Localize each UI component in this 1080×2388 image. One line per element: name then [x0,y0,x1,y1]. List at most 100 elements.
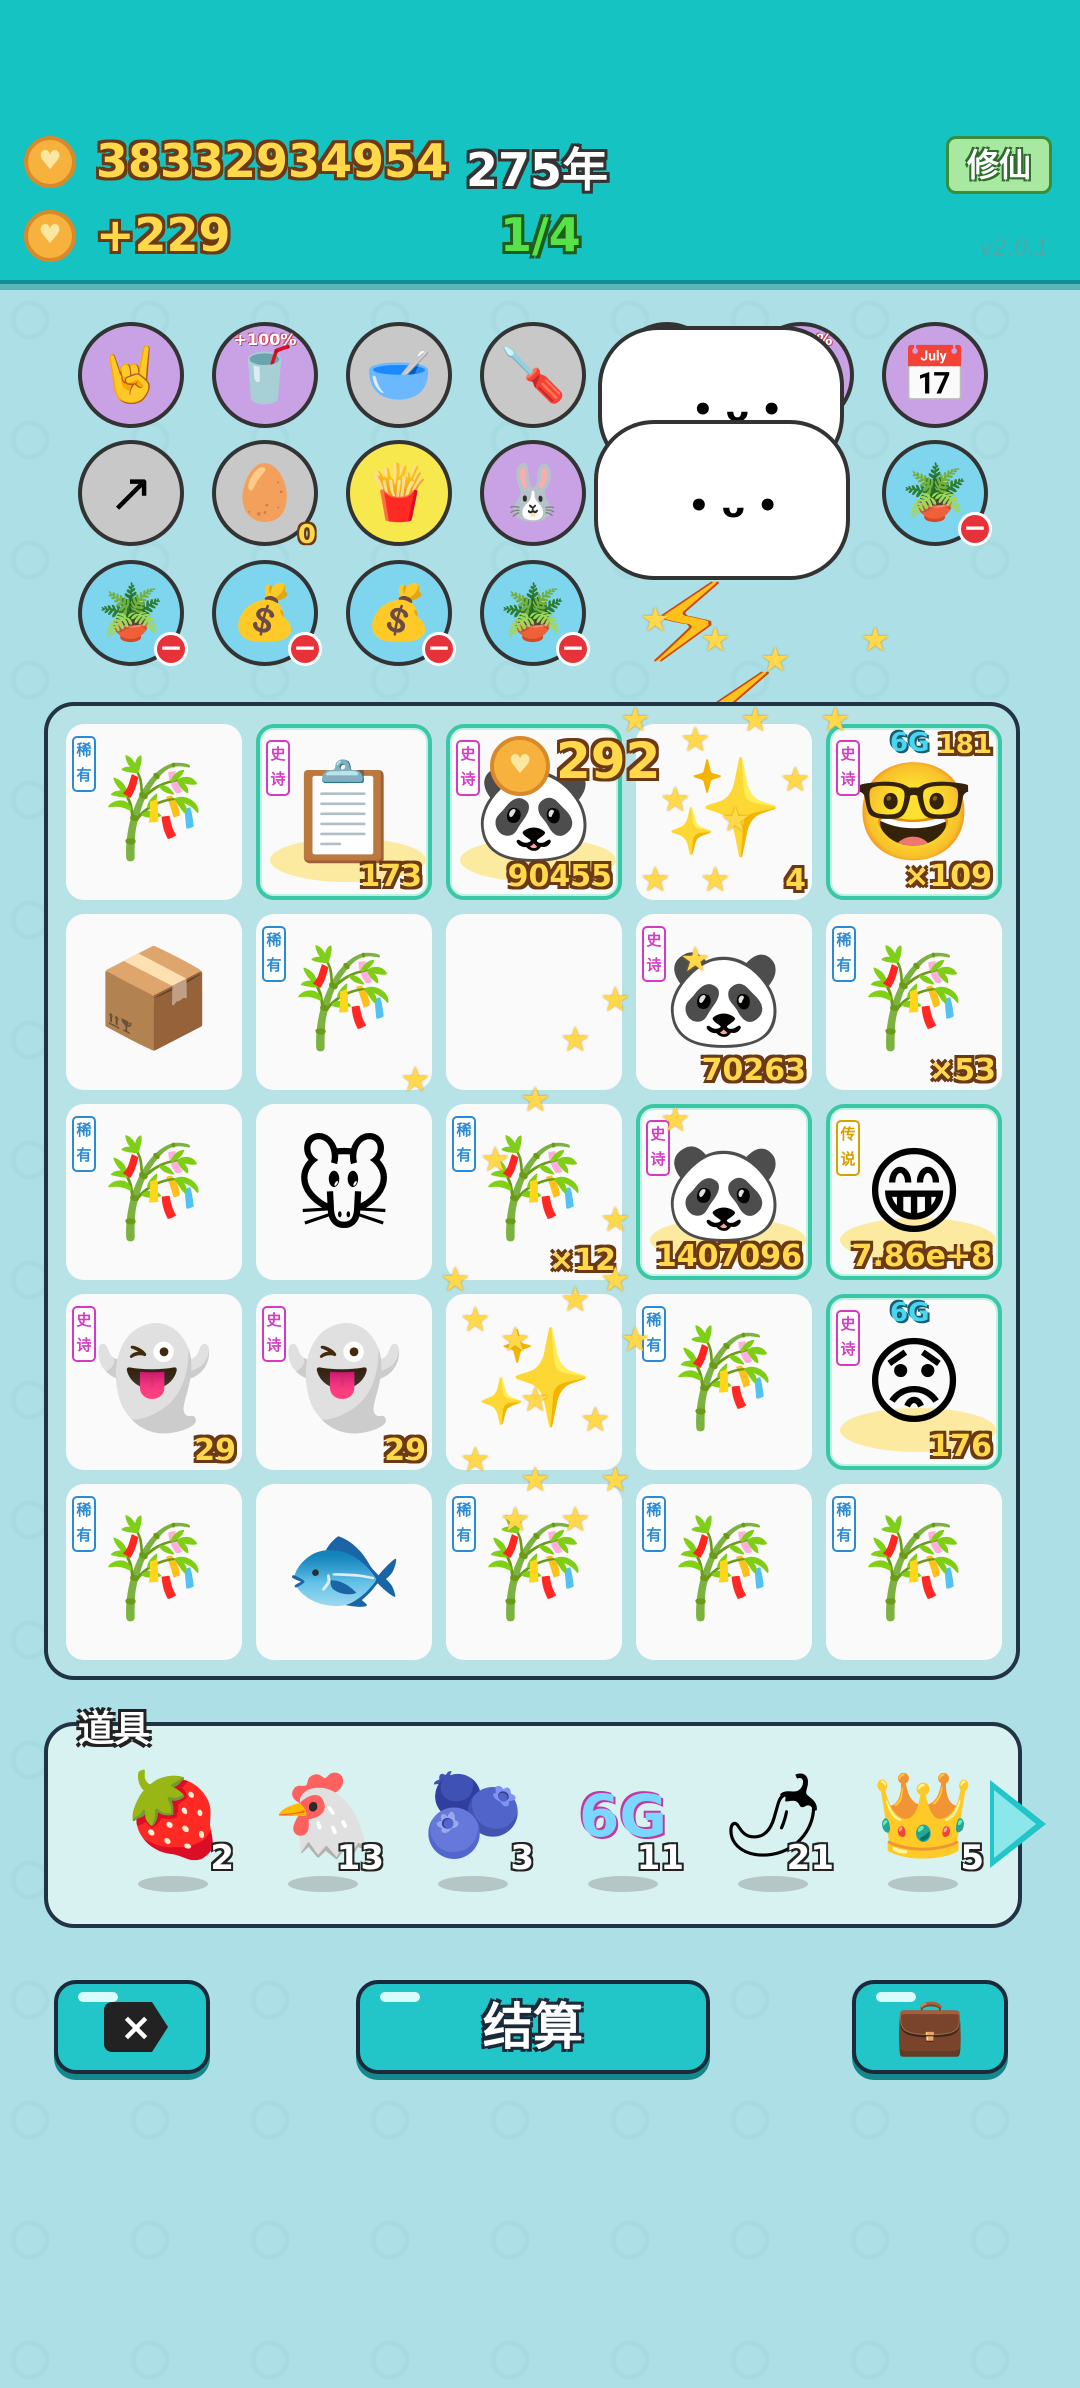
cell-value: 4 [785,863,806,898]
board-cell[interactable]: 🎋 稀有 [66,1484,242,1660]
cell-value: 70263 [701,1053,806,1088]
star-particle-icon: ★ [560,1280,591,1320]
item-slot[interactable]: 6G 11 [558,1766,688,1906]
relic-slot[interactable]: 🪴 − [480,560,590,666]
bag-button[interactable]: 💼 [852,1980,1008,2074]
relic-slot[interactable]: 💰 − [346,560,456,666]
relic-slot[interactable]: 🍟 [346,440,452,546]
relic-icon: 🤘 [97,343,165,406]
cell-symbol-icon: 🐟 [284,1512,404,1624]
item-slot[interactable]: 👑 5 [858,1766,988,1906]
star-particle-icon: ★ [600,1460,631,1500]
cell-value: 7.86e+8 [851,1239,992,1274]
relic-slot[interactable]: 🤘 [78,322,184,428]
star-particle-icon: ★ [560,1500,591,1540]
item-slot[interactable]: 🍓 2 [108,1766,238,1906]
items-title: 道具 [78,1709,151,1750]
close-icon: × [120,2005,152,2049]
board-cell[interactable]: 🎋 稀有 [636,1484,812,1660]
board-cell[interactable]: 🎋 稀有 [66,1104,242,1280]
star-particle-icon: ★ [440,1260,471,1300]
version-label: v2.0.1 [980,236,1049,261]
cell-value: 176 [929,1429,992,1464]
relic-slot[interactable]: ↗ [78,440,184,546]
star-particle-icon: ★ [820,700,851,740]
item-count: 5 [960,1838,984,1878]
board-cell[interactable]: 🎋 稀有 [636,1294,812,1470]
rarity-tag: 稀有 [832,1496,856,1552]
star-particle-icon: ★ [600,1200,631,1240]
board-cell[interactable]: 🎋 稀有 [446,1484,622,1660]
briefcase-icon: 💼 [895,1994,965,2059]
rarity-tag: 稀有 [72,736,96,792]
relic-icon: 🪛 [499,343,567,406]
board-cell[interactable]: 👻 史诗 29 [256,1294,432,1470]
item-shadow [138,1876,208,1892]
items-panel: 🍓 2 🐔 13 🫐 3 6G 11 🌶 21 👑 5 [44,1722,1022,1928]
item-count: 11 [636,1838,684,1878]
board-cell[interactable]: 👻 史诗 29 [66,1294,242,1470]
board-cell[interactable]: 🎋 稀有 ×53 [826,914,1002,1090]
board-cell[interactable]: 🎋 稀有 ×12 [446,1104,622,1280]
header-divider [0,284,1080,290]
board-cell[interactable]: 🐼 史诗 70263 [636,914,812,1090]
settle-label: 结算 [483,1998,583,2056]
relic-icon: 💰 [365,581,433,644]
year-counter: 275年 [466,143,609,197]
floating-coin-icon: ♥ [490,736,550,796]
board-cell[interactable]: 😟 史诗 6G 176 [826,1294,1002,1470]
minus-badge-icon: − [556,632,590,666]
top-bar: ♥ 38332934954 ♥ +229 275年 1/4 修仙 v2.0.1 [0,0,1080,284]
minus-badge-icon: − [422,632,456,666]
board-cell[interactable]: 📦 [66,914,242,1090]
item-count: 3 [510,1838,534,1878]
board-cell[interactable] [446,914,622,1090]
relic-slot[interactable]: 🐰 [480,440,586,546]
board-cell[interactable]: 🐭 [256,1104,432,1280]
cell-value: 90455 [507,859,612,894]
relic-slot[interactable]: 🪛 [480,322,586,428]
board-cell[interactable]: 🎋 稀有 [826,1484,1002,1660]
item-slot[interactable]: 🐔 13 [258,1766,388,1906]
relic-icon: 🐰 [499,461,567,524]
settle-button[interactable]: 结算 [356,1980,710,2074]
star-particle-icon: ★ [520,1460,551,1500]
relic-slot[interactable]: 🪴 − [882,440,992,546]
board-cell[interactable]: 📋 史诗 173 [256,724,432,900]
relic-icon: 🍟 [365,461,433,524]
star-particle-icon: ★ [720,800,751,840]
star-particle-icon: ★ [680,720,711,760]
relic-slot[interactable]: 🥣 [346,322,452,428]
minus-badge-icon: − [288,632,322,666]
relic-slot[interactable]: 📅 [882,322,988,428]
cell-value: ×53 [929,1053,996,1088]
delete-button[interactable]: × [54,1980,210,2074]
relic-slot[interactable]: 🪴 − [78,560,188,666]
board-cell[interactable]: 🐟 [256,1484,432,1660]
star-particle-icon: ★ [660,780,691,820]
rarity-tag: 稀有 [262,926,286,982]
floating-coin-value: 292 [556,732,661,790]
star-particle-icon: ★ [580,1400,611,1440]
star-particle-icon: ★ [560,1020,591,1060]
xiuxian-button[interactable]: 修仙 [946,136,1052,194]
cell-value: 1407096 [655,1239,802,1274]
relic-slot[interactable]: 🥤 +100% [212,322,318,428]
relic-icon: 🥚 [231,461,299,524]
coin-total: 38332934954 [96,134,449,188]
board-cell[interactable]: 😁 传说 7.86e+8 [826,1104,1002,1280]
rarity-tag: 稀有 [452,1116,476,1172]
board-cell[interactable]: 🎋 稀有 [66,724,242,900]
item-slot[interactable]: 🌶 21 [708,1766,838,1906]
level-badge: 6G [890,728,930,758]
star-particle-icon: ★ [600,1260,631,1300]
star-particle-icon: ★ [780,760,811,800]
relic-slot[interactable]: 💰 − [212,560,322,666]
relic-slot[interactable]: 🥚 0 [212,440,318,548]
item-slot[interactable]: 🫐 3 [408,1766,538,1906]
rarity-tag: 传说 [836,1120,860,1176]
rarity-tag: 稀有 [832,926,856,982]
relic-icon: 🥣 [365,343,433,406]
board-cell[interactable]: 🤓 史诗 6G 181 ×109 [826,724,1002,900]
cloud-face: • ᴗ • [688,486,779,526]
